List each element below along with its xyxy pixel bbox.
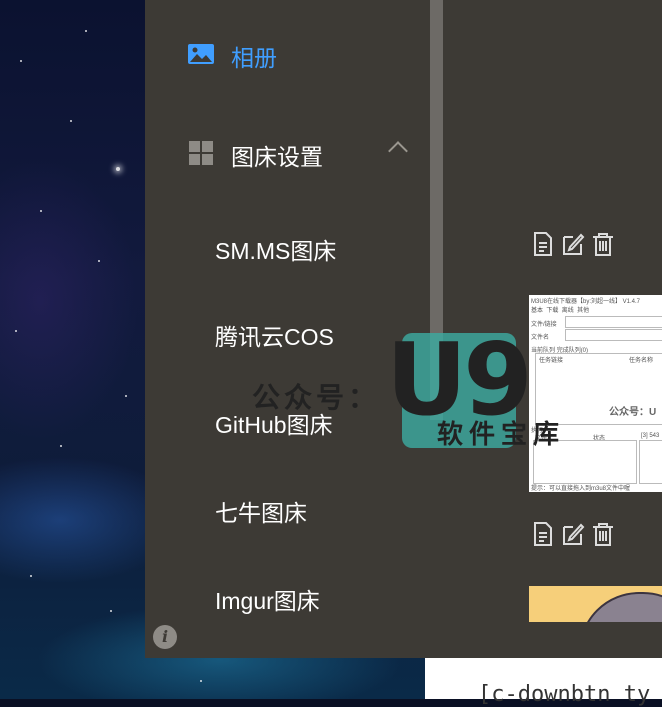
settings-sidebar: 相册 图床设置 SM.MS图床 腾讯云COS GitHub图床 七牛图床 Img… <box>145 0 425 658</box>
sidebar-item-label: 相册 <box>231 45 277 71</box>
chevron-up-icon[interactable] <box>388 141 408 161</box>
thumb-input <box>565 316 662 328</box>
thumb-col1: 任务链接 <box>539 358 564 364</box>
sidebar-item-tencent-cos[interactable]: 腾讯云COS <box>145 308 425 358</box>
sidebar-item-imgur[interactable]: Imgur图床 <box>145 572 425 622</box>
sidebar-item-label: SM.MS图床 <box>215 238 337 264</box>
star <box>110 610 112 612</box>
thumb-watermark: 公众号：U <box>609 407 657 418</box>
star <box>200 680 202 682</box>
thumb-field2: 文件名 <box>531 335 550 341</box>
sidebar-item-picbed-settings[interactable]: 图床设置 <box>145 128 425 178</box>
thumb-log2 <box>639 440 662 484</box>
trash-icon[interactable] <box>590 231 616 257</box>
image-icon <box>188 44 214 64</box>
star <box>40 210 42 212</box>
code-text: [c-downbtn ty <box>478 682 651 707</box>
thumb-input <box>565 329 662 341</box>
trash-icon[interactable] <box>590 521 616 547</box>
document-icon[interactable] <box>530 231 556 257</box>
star <box>125 395 127 397</box>
image-actions <box>530 231 616 257</box>
sidebar-item-label: 腾讯云COS <box>215 324 334 350</box>
info-icon[interactable]: i <box>153 625 177 649</box>
grid-icon <box>189 141 213 165</box>
star <box>85 30 87 32</box>
sidebar-item-label: Imgur图床 <box>215 588 320 614</box>
sidebar-item-label: 七牛图床 <box>215 500 307 526</box>
star <box>20 60 22 62</box>
sidebar-item-label: 图床设置 <box>231 144 323 170</box>
star <box>15 330 17 332</box>
thumb-field1: 文件/链接 <box>531 322 557 328</box>
edit-icon[interactable] <box>560 231 586 257</box>
star <box>60 445 62 447</box>
image-thumbnail[interactable]: M3U8在线下载器【by:刘超一线】 V1.4.7 基本 下载 离线 其他 文件… <box>529 295 662 492</box>
edit-icon[interactable] <box>560 521 586 547</box>
sidebar-item-smms[interactable]: SM.MS图床 <box>145 222 425 272</box>
image-thumbnail[interactable] <box>529 586 662 622</box>
star <box>70 120 72 122</box>
watermark-text: 公众号： <box>252 381 381 414</box>
star <box>30 575 32 577</box>
thumb-menu: 基本 下载 离线 其他 <box>531 308 590 314</box>
sidebar-item-album[interactable]: 相册 <box>145 29 425 79</box>
thumbnail-art <box>579 592 662 622</box>
thumb-label-count: [3] 543 <box>641 433 660 439</box>
thumb-title: M3U8在线下载器【by:刘超一线】 V1.4.7 <box>531 299 641 305</box>
document-icon[interactable] <box>530 521 556 547</box>
sidebar-item-qiniu[interactable]: 七牛图床 <box>145 484 425 534</box>
star <box>116 167 120 171</box>
image-actions <box>530 521 616 547</box>
star <box>98 260 100 262</box>
watermark-subtext: 软件宝库 <box>437 420 566 450</box>
thumb-col2: 任务名称 <box>629 358 654 364</box>
thumb-status: 提示：可以直接拖入到m3u8文件中喔 <box>531 486 631 492</box>
